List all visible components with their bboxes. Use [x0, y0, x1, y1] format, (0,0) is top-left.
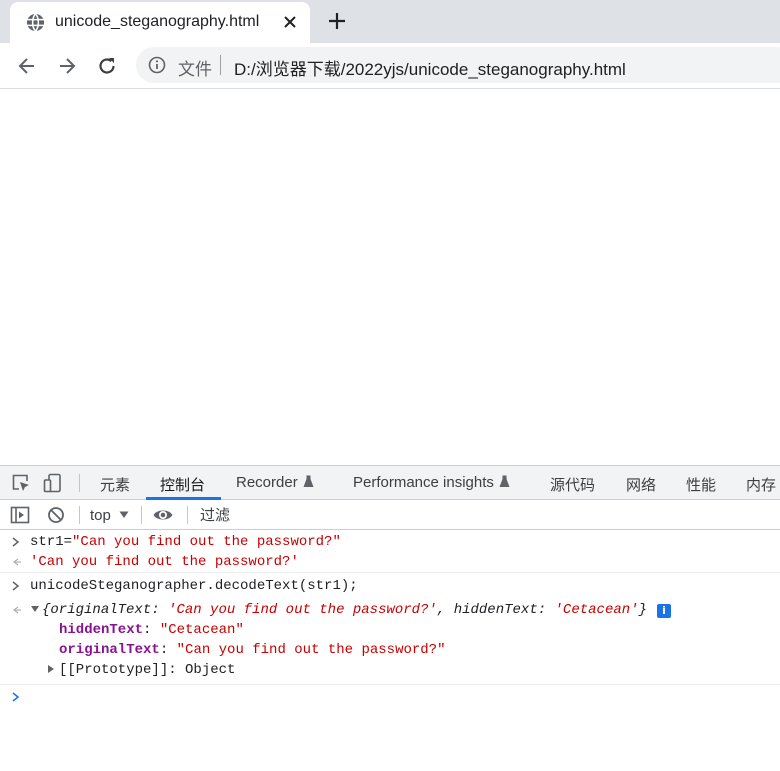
devtools-tab-bar: 元素 控制台 Recorder Performance insights 源代码… [0, 466, 780, 500]
inspect-element-icon[interactable] [10, 472, 32, 494]
result-arrow-icon [13, 606, 21, 614]
console-output: str1="Can you find out the password?" 'C… [0, 532, 780, 707]
prototype-row[interactable]: [[Prototype]]: Object [46, 660, 235, 680]
info-circle-icon[interactable] [148, 56, 166, 74]
sidebar-toggle-icon[interactable] [9, 504, 31, 526]
object-property: hiddenText: "Cetacean" [59, 620, 244, 640]
device-toolbar-icon[interactable] [42, 472, 64, 494]
console-input-line[interactable]: str1="Can you find out the password?" [30, 532, 341, 552]
code-eq: = [63, 534, 73, 550]
browser-toolbar: 文件 D:/浏览器下载/2022yjs/unicode_steganograph… [0, 43, 780, 89]
tab-recorder[interactable]: Recorder [236, 474, 314, 491]
prototype-colon: : [168, 662, 186, 678]
address-bar[interactable]: 文件 D:/浏览器下载/2022yjs/unicode_steganograph… [136, 47, 780, 83]
brace-close: } [638, 602, 647, 618]
summary-value: 'Cetacean' [554, 602, 639, 618]
summary-key: hiddenText [453, 602, 538, 618]
eye-icon[interactable] [152, 504, 174, 526]
tab-performance[interactable]: 性能 [686, 474, 716, 495]
tab-sources[interactable]: 源代码 [550, 474, 595, 495]
tab-network[interactable]: 网络 [626, 474, 656, 495]
tab-recorder-label: Recorder [236, 474, 298, 491]
scheme-label: 文件 [178, 60, 212, 79]
property-key: hiddenText [59, 622, 144, 638]
filter-input[interactable] [200, 504, 780, 526]
summary-key: originalText [50, 602, 152, 618]
prototype-value: Object [185, 662, 236, 678]
back-arrow-icon[interactable] [16, 55, 38, 77]
property-key: originalText [59, 642, 160, 658]
tab-title: unicode_steganography.html [55, 13, 260, 30]
property-colon: : [159, 642, 177, 658]
code-var: str1 [30, 534, 64, 550]
summary-colon: : [151, 602, 169, 618]
property-value: "Cetacean" [159, 622, 244, 638]
result-arrow-icon [13, 558, 21, 566]
summary-colon: : [537, 602, 555, 618]
property-colon: : [143, 622, 160, 638]
console-prompt-row[interactable] [0, 687, 780, 707]
reload-icon[interactable] [96, 55, 118, 77]
object-summary[interactable]: {originalText: 'Can you find out the pas… [30, 600, 671, 620]
forward-arrow-icon[interactable] [56, 55, 78, 77]
summary-value: 'Can you find out the password?' [168, 602, 437, 618]
console-toolbar: top [0, 500, 780, 530]
expand-triangle-right-icon[interactable] [46, 664, 56, 674]
console-message: str1="Can you find out the password?" 'C… [0, 532, 780, 573]
summary-comma: , [436, 602, 454, 618]
browser-tab[interactable]: unicode_steganography.html [10, 2, 310, 43]
new-tab-plus-icon[interactable] [326, 10, 348, 32]
object-property: originalText: "Can you find out the pass… [59, 640, 445, 660]
console-input-line[interactable]: unicodeSteganographer.decodeText(str1); [30, 576, 358, 596]
devtools-panel: 元素 控制台 Recorder Performance insights 源代码… [0, 465, 780, 771]
url-text[interactable]: D:/浏览器下载/2022yjs/unicode_steganography.h… [234, 55, 626, 80]
property-value: "Can you find out the password?" [176, 642, 446, 658]
expand-triangle-down-icon[interactable] [30, 604, 40, 614]
input-chevron-icon [12, 537, 20, 547]
prompt-chevron-icon [12, 692, 20, 702]
console-result-line: 'Can you find out the password?' [30, 554, 299, 570]
tab-console[interactable]: 控制台 [160, 474, 205, 495]
address-separator [220, 55, 221, 75]
tab-elements[interactable]: 元素 [100, 474, 130, 495]
info-badge-icon[interactable]: i [656, 604, 671, 618]
tab-performance-insights[interactable]: Performance insights [353, 474, 510, 491]
prototype-key: [[Prototype]] [59, 662, 169, 678]
tab-strip: unicode_steganography.html [0, 0, 780, 43]
clear-console-icon[interactable] [45, 504, 67, 526]
tab-performance-insights-label: Performance insights [353, 474, 494, 491]
context-value: top [90, 507, 111, 524]
close-icon[interactable] [280, 12, 300, 32]
toolbar-divider [141, 506, 142, 524]
globe-icon [26, 13, 45, 32]
flask-icon [499, 475, 510, 487]
toolbar-divider [79, 474, 80, 492]
tab-memory[interactable]: 内存 [746, 474, 776, 495]
console-message: unicodeSteganographer.decodeText(str1); … [0, 576, 780, 685]
flask-icon [303, 475, 314, 487]
code-string: "Can you find out the password?" [72, 534, 341, 550]
input-chevron-icon [12, 581, 20, 591]
toolbar-divider [187, 506, 188, 524]
toolbar-divider [79, 506, 80, 524]
context-selector[interactable]: top [90, 507, 129, 524]
caret-down-icon [119, 511, 129, 518]
